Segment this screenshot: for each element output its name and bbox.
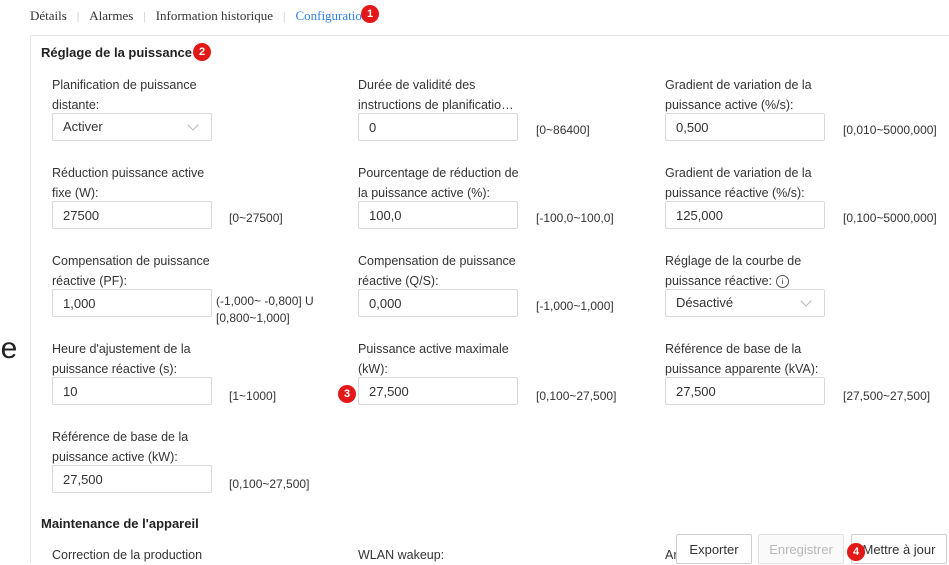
reactive-adjust-time-label: Heure d'ajustement de la puissance réact… [52,342,191,376]
production-correction-label: Correction de la production [52,548,203,562]
active-power-base-range: [0,100~27,500] [229,477,310,491]
remote-power-scheduling-label: Planification de puissance distante: [52,78,197,112]
reactive-power-gradient-label: Gradient de variation de la puissance ré… [665,166,812,200]
tab-history[interactable]: Information historique [156,8,273,24]
reactive-compensation-qs-input[interactable] [358,289,518,317]
reactive-compensation-pf-range: (-1,000~ -0,800] U [0,800~1,000] [216,294,314,325]
tab-configuration[interactable]: Configuration [295,8,368,24]
active-power-base-label: Référence de base de la puissance active… [52,430,189,464]
active-power-base-input[interactable] [52,465,212,493]
tab-separator: | [143,8,146,23]
reactive-adjust-time-input[interactable] [52,377,212,405]
fixed-active-power-reduction-range: [0~27500] [229,211,283,225]
export-button[interactable]: Exporter [676,534,752,564]
clipped-side-text: le [0,332,18,365]
instruction-validity-label: Durée de validité des instructions de pl… [358,78,514,112]
reactive-power-gradient-input[interactable] [665,201,825,229]
reactive-curve-setting-label: Réglage de la courbe de puissance réacti… [665,251,815,291]
reactive-compensation-pf-label: Compensation de puissance réactive (PF): [52,254,210,288]
tab-separator: | [283,8,286,23]
chevron-down-icon [187,119,199,131]
tab-separator: | [76,8,80,23]
reactive-power-gradient-range: [0,100~5000,000] [843,211,937,225]
apparent-power-base-range: [27,500~27,500] [843,389,931,403]
active-power-reduction-percent-label: Pourcentage de réduction de la puissance… [358,166,519,200]
update-button[interactable]: Mettre à jour [851,534,947,564]
max-active-power-label: Puissance active maximale (kW): [358,342,509,376]
step-badge-3: 3 [338,385,356,403]
active-power-reduction-percent-range: [-100,0~100,0] [536,211,614,225]
step-badge-4: 4 [847,543,865,561]
tab-alarms[interactable]: Alarmes [89,8,133,24]
max-active-power-range: [0,100~27,500] [536,389,617,403]
wlan-wakeup-label: WLAN wakeup: [358,548,445,562]
remote-power-scheduling-value: Activer [63,119,103,134]
max-active-power-input[interactable] [358,377,518,405]
reactive-adjust-time-range: [1~1000] [229,389,277,403]
fixed-active-power-reduction-label: Réduction puissance active fixe (W): [52,166,205,200]
fixed-active-power-reduction-input[interactable] [52,201,212,229]
reactive-compensation-qs-range: [-1,000~1,000] [536,299,614,313]
maintenance-title: Maintenance de l'appareil [41,516,199,531]
active-power-reduction-percent-input[interactable] [358,201,518,229]
reactive-curve-setting-select[interactable]: Désactivé [665,289,825,317]
remote-power-scheduling-select[interactable]: Activer [52,113,212,141]
reactive-compensation-pf-input[interactable] [52,289,212,317]
power-settings-title: Réglage de la puissance [41,45,193,60]
chevron-down-icon [800,295,812,307]
active-power-gradient-label: Gradient de variation de la puissance ac… [665,78,812,112]
step-badge-1: 1 [361,5,379,23]
tab-details[interactable]: Détails [30,8,67,24]
active-power-gradient-range: [0,010~5000,000] [843,123,937,137]
reactive-curve-setting-value: Désactivé [676,295,734,310]
reactive-compensation-qs-label: Compensation de puissance réactive (Q/S)… [358,254,516,288]
instruction-validity-input[interactable] [358,113,518,141]
tab-bar: Détails | Alarmes | Information historiq… [30,6,368,26]
save-button[interactable]: Enregistrer [758,534,844,564]
info-icon[interactable]: i [776,275,790,289]
active-power-gradient-input[interactable] [665,113,825,141]
apparent-power-base-label: Référence de base de la puissance appare… [665,342,819,376]
instruction-validity-range: [0~86400] [536,123,590,137]
step-badge-2: 2 [193,43,211,61]
apparent-power-base-input[interactable] [665,377,825,405]
